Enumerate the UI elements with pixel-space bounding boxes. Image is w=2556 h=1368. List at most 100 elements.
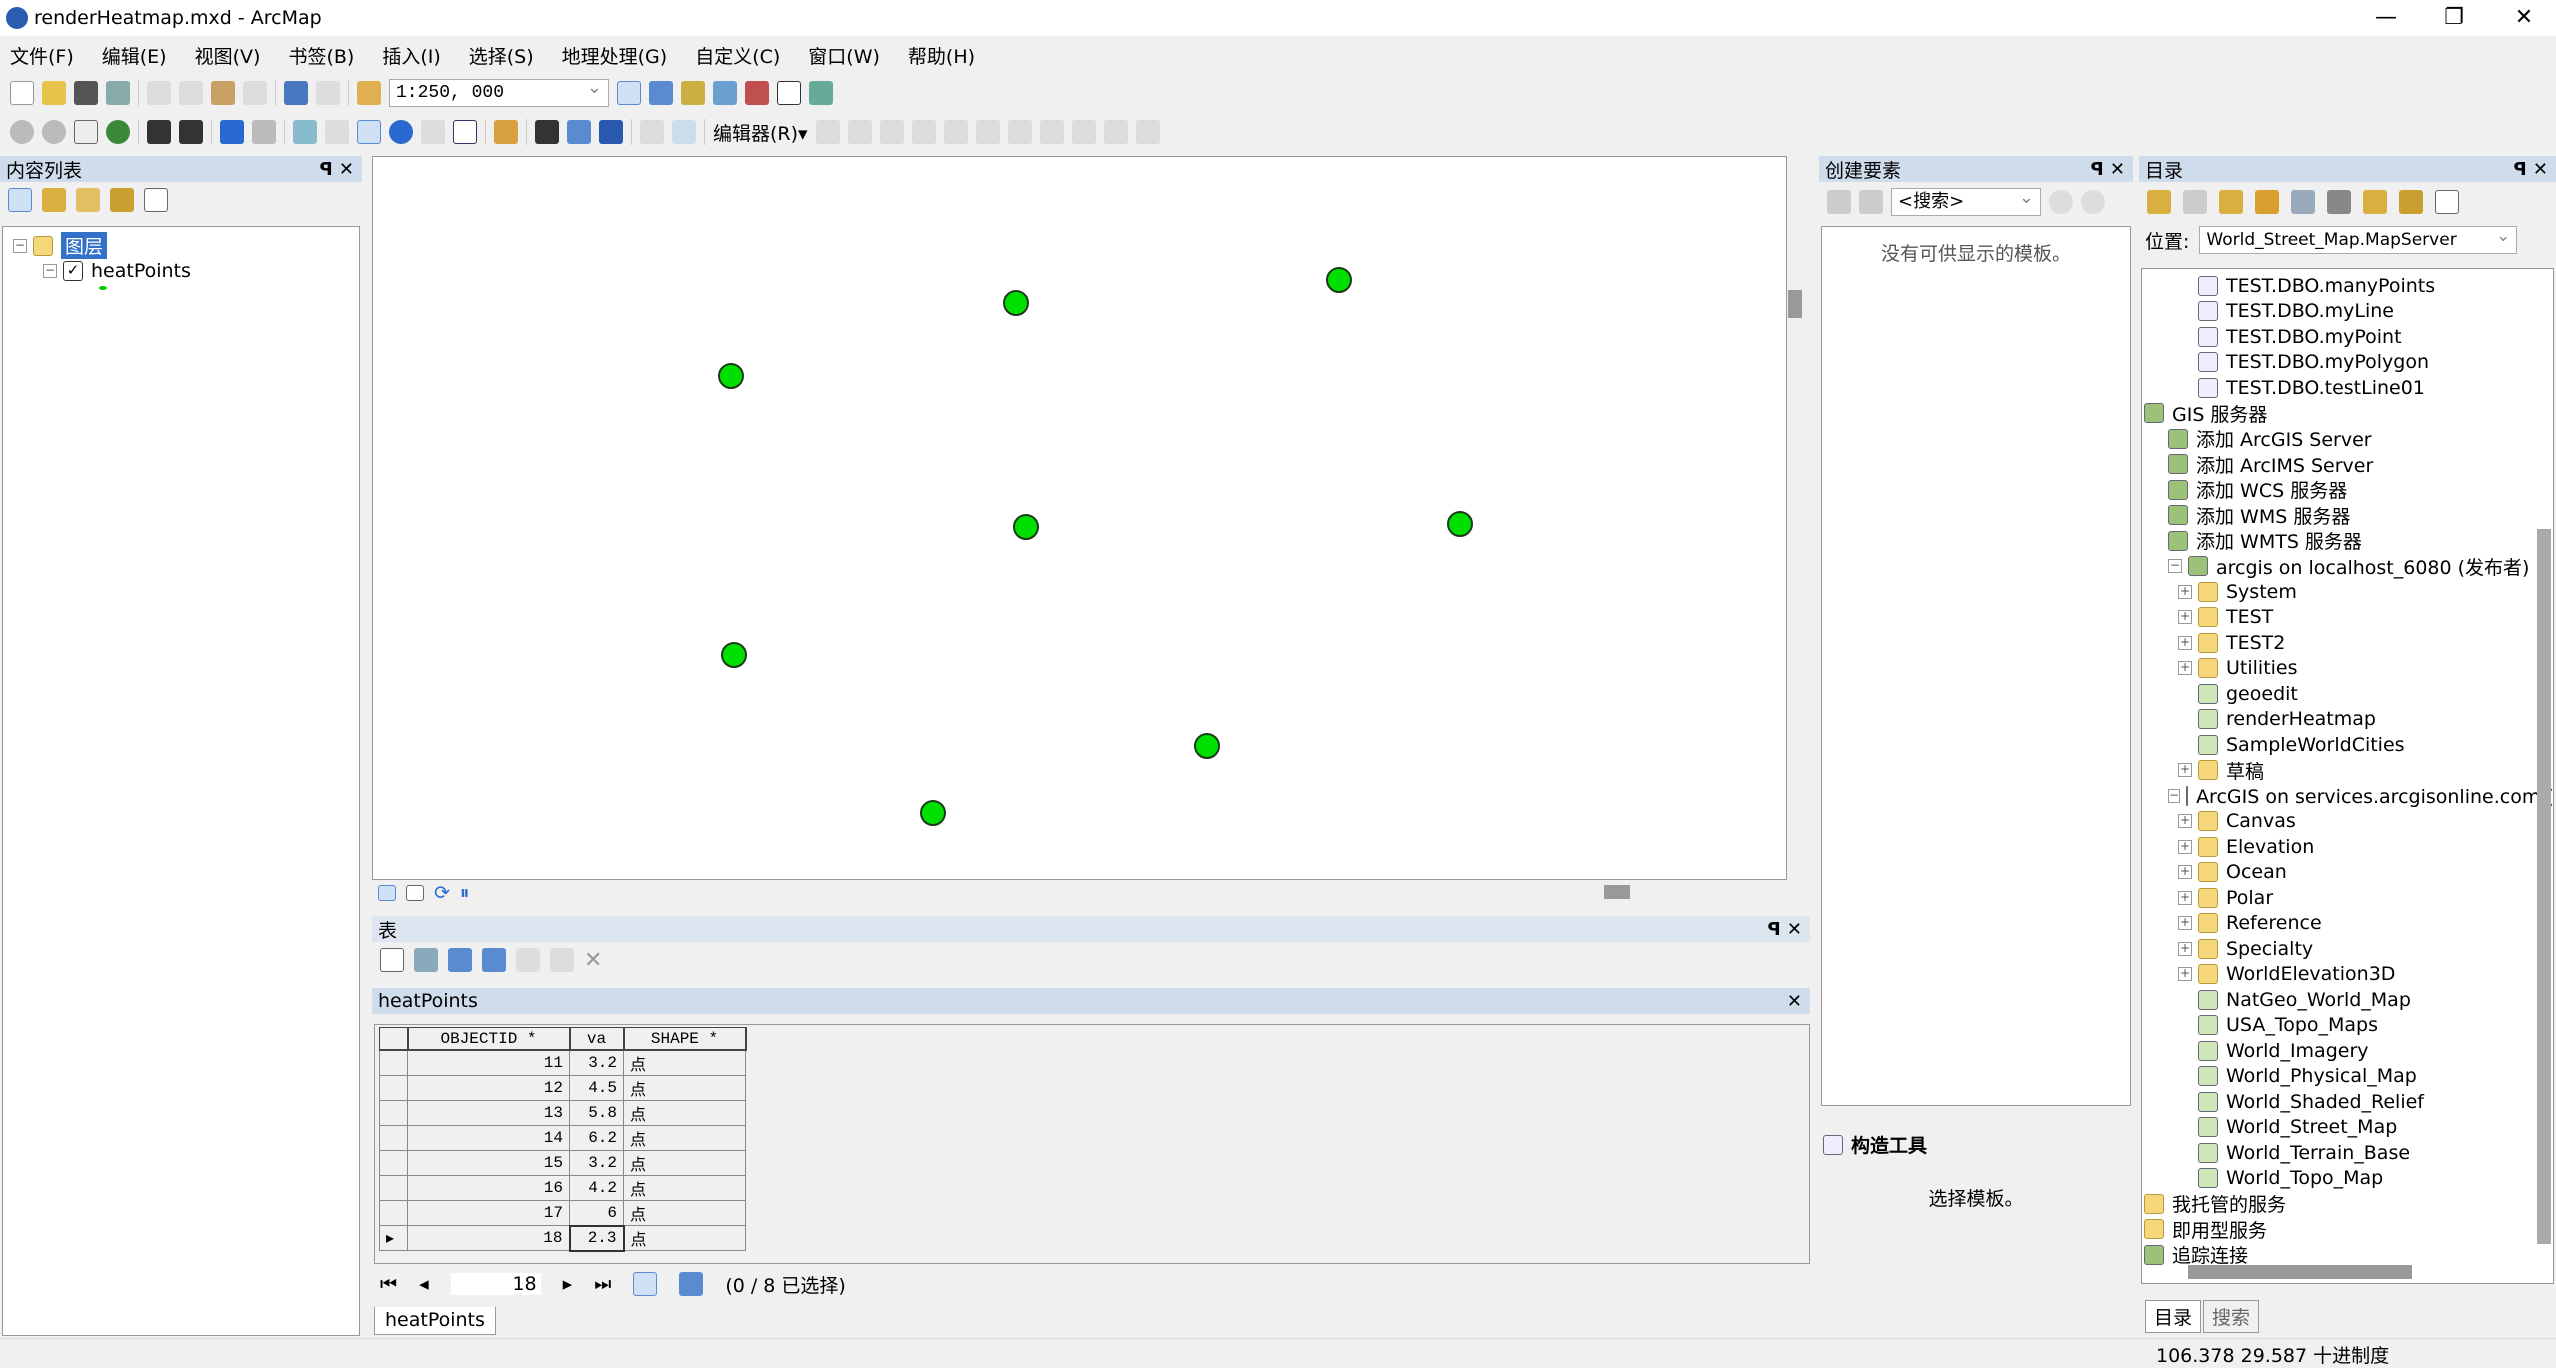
collapse-icon[interactable]: − [2168, 788, 2181, 803]
row-selector[interactable] [379, 1100, 408, 1126]
map-vertical-scrollbar[interactable] [1788, 290, 1802, 318]
pan-icon[interactable] [74, 120, 98, 144]
cell-va[interactable]: 3.2 [569, 1049, 624, 1076]
expand-icon[interactable]: + [2178, 814, 2192, 829]
edit-tool-icon[interactable] [815, 120, 840, 144]
attributes-icon[interactable] [1103, 120, 1128, 144]
catalog-item[interactable]: 追踪连接 [2142, 1242, 2553, 1268]
row-selector[interactable] [379, 1200, 408, 1226]
viewer-window-icon[interactable] [672, 120, 696, 144]
catalog-item[interactable]: TEST.DBO.manyPoints [2142, 273, 2553, 299]
menu-item[interactable]: 帮助(H) [908, 42, 975, 69]
menu-item[interactable]: 编辑(E) [102, 42, 167, 69]
row-selector[interactable] [379, 1049, 408, 1076]
organize-templates-icon[interactable] [1827, 190, 1851, 214]
menu-item[interactable]: 自定义(C) [695, 42, 780, 69]
map-point-feature[interactable] [721, 642, 747, 668]
cell-shape[interactable]: 点 [623, 1175, 746, 1201]
select-all-header[interactable] [379, 1027, 409, 1051]
map-scale-combo[interactable]: 1:250, 000 [389, 76, 609, 107]
catalog-item[interactable]: + System [2142, 579, 2553, 605]
up-one-level-icon[interactable] [2219, 190, 2243, 214]
table-row[interactable]: 14 6.2 点 [379, 1125, 746, 1151]
template-search-input[interactable]: <搜索> [1891, 185, 2041, 216]
select-elements-icon[interactable] [357, 120, 381, 144]
cell-shape[interactable]: 点 [623, 1125, 746, 1151]
polyline-icon[interactable] [943, 120, 968, 144]
map-point-feature[interactable] [1013, 514, 1039, 540]
menu-item[interactable]: 选择(S) [469, 42, 534, 69]
time-slider-icon[interactable] [640, 120, 664, 144]
catalog-item[interactable]: + Canvas [2142, 809, 2553, 835]
catalog-item[interactable]: 我托管的服务 [2142, 1191, 2553, 1217]
find-icon[interactable] [535, 120, 559, 144]
zoom-out-icon[interactable] [42, 120, 66, 144]
menu-item[interactable]: 地理处理(G) [562, 42, 668, 69]
catalog-item[interactable]: SampleWorldCities [2142, 732, 2553, 758]
map-point-feature[interactable] [718, 363, 744, 389]
catalog-item[interactable]: TEST.DBO.myPoint [2142, 324, 2553, 350]
pin-close-buttons[interactable]: ꟼ ✕ [2513, 159, 2548, 180]
back-extent-icon[interactable] [220, 120, 244, 144]
select-features-icon[interactable] [293, 120, 317, 144]
previous-record-button[interactable]: ◂ [419, 1273, 429, 1295]
list-by-selection-icon[interactable] [110, 188, 134, 212]
clear-selection-icon[interactable] [325, 120, 349, 144]
menu-item[interactable]: 书签(B) [288, 42, 354, 69]
row-selector[interactable] [379, 1075, 408, 1101]
delete-icon[interactable] [243, 81, 267, 105]
clear-search-icon[interactable] [2081, 190, 2105, 214]
home-icon[interactable] [2255, 190, 2279, 214]
expand-icon[interactable]: + [2178, 584, 2192, 599]
tab-search[interactable]: 搜索 [2203, 1300, 2260, 1333]
editor-menu[interactable]: 编辑器(R)▾ [713, 119, 808, 146]
paste-icon[interactable] [211, 81, 235, 105]
catalog-item[interactable]: + Elevation [2142, 834, 2553, 860]
editor-toolbar-icon[interactable] [617, 81, 641, 105]
cell-va[interactable]: 2.3 [568, 1224, 625, 1252]
cut-icon[interactable] [147, 81, 171, 105]
layout-view-icon[interactable] [406, 884, 424, 901]
open-icon[interactable] [42, 81, 66, 105]
pin-close-buttons[interactable]: ꟼ ✕ [319, 159, 354, 180]
map-point-feature[interactable] [1194, 733, 1220, 759]
connect-folder-icon[interactable] [2363, 190, 2387, 214]
html-popup-icon[interactable] [453, 120, 477, 144]
catalog-item[interactable]: World_Imagery [2142, 1038, 2553, 1064]
catalog-item[interactable]: 即用型服务 [2142, 1217, 2553, 1243]
row-selector[interactable]: ▸ [379, 1225, 408, 1251]
fixed-zoom-in-icon[interactable] [147, 120, 171, 144]
add-data-icon[interactable] [357, 81, 381, 105]
back-icon[interactable] [2147, 190, 2171, 214]
catalog-item[interactable]: + Utilities [2142, 656, 2553, 682]
identify-icon[interactable] [389, 120, 413, 144]
default-gdb-icon[interactable] [2291, 190, 2315, 214]
catalog-item[interactable]: − arcgis on localhost_6080 (发布者) [2142, 554, 2553, 580]
catalog-vertical-scrollbar[interactable] [2537, 529, 2551, 1244]
catalog-item[interactable]: + TEST [2142, 605, 2553, 631]
fixed-zoom-out-icon[interactable] [179, 120, 203, 144]
toc-options-icon[interactable] [144, 188, 168, 212]
last-record-button[interactable]: ⏭ [594, 1273, 611, 1295]
redo-icon[interactable] [316, 81, 340, 105]
cell-objectid[interactable]: 16 [407, 1175, 570, 1201]
catalog-item[interactable]: + 草稿 [2142, 758, 2553, 784]
straight-segment-icon[interactable] [879, 120, 904, 144]
list-by-drawing-order-icon[interactable] [8, 188, 32, 212]
catalog-item[interactable]: 添加 WMTS 服务器 [2142, 528, 2553, 554]
go-to-xy-icon[interactable] [599, 120, 623, 144]
cell-objectid[interactable]: 13 [407, 1100, 570, 1126]
location-combo[interactable]: World_Street_Map.MapServer [2199, 223, 2518, 254]
trace-icon[interactable] [911, 120, 936, 144]
related-tables-icon[interactable] [414, 948, 438, 972]
forward-extent-icon[interactable] [252, 120, 276, 144]
menu-item[interactable]: 插入(I) [382, 42, 440, 69]
catalog-item[interactable]: 添加 WCS 服务器 [2142, 477, 2553, 503]
catalog-item[interactable]: TEST.DBO.testLine01 [2142, 375, 2553, 401]
column-header[interactable]: va [569, 1027, 625, 1051]
table-row[interactable]: 11 3.2 点 [379, 1049, 746, 1076]
catalog-item[interactable]: World_Terrain_Base [2142, 1140, 2553, 1166]
refresh-icon[interactable]: ⟳ [434, 882, 450, 904]
current-record-input[interactable]: 18 [450, 1273, 541, 1295]
cell-va[interactable]: 5.8 [569, 1100, 624, 1126]
